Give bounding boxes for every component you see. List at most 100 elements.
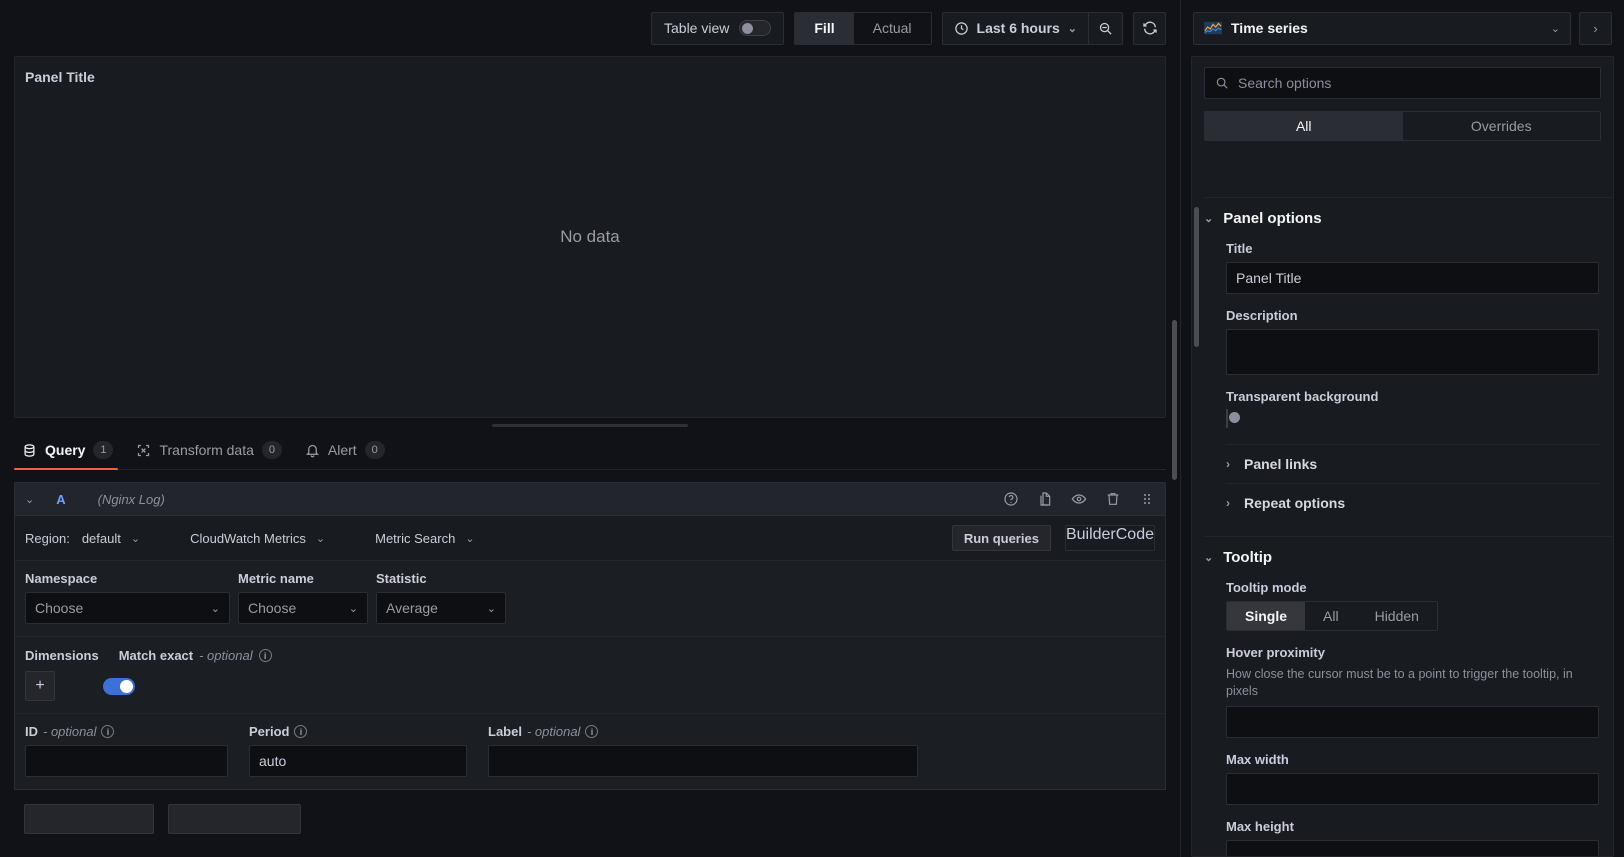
tooltip-mode-hidden[interactable]: Hidden xyxy=(1357,602,1437,630)
panel-editor: Table view Fill Actual Last 6 hours ⌄ Pa… xyxy=(0,0,1624,857)
tab-transform-data[interactable]: Transform data 0 xyxy=(128,441,296,469)
hover-proximity-description: How close the cursor must be to a point … xyxy=(1226,667,1573,698)
chevron-down-icon: ⌄ xyxy=(1067,22,1077,35)
editor-toolbar: Table view Fill Actual Last 6 hours ⌄ xyxy=(0,0,1180,56)
panel-options-header[interactable]: ⌄ Panel options xyxy=(1204,210,1599,227)
query-row-header: ⌄ A (Nginx Log) xyxy=(14,482,1166,516)
actual-option[interactable]: Actual xyxy=(853,12,931,44)
panel-title-field: Title Panel Title xyxy=(1226,241,1599,294)
info-icon[interactable]: i xyxy=(101,725,115,738)
table-view-switch[interactable]: Table view xyxy=(651,11,785,45)
max-width-input[interactable] xyxy=(1226,772,1599,805)
id-input[interactable] xyxy=(25,745,228,777)
query-editor-body: Region: default ⌄ CloudWatch Metrics ⌄ M… xyxy=(14,516,1166,790)
visualization-preview-wrapper: Panel Title No data xyxy=(14,56,1166,418)
hide-response-icon[interactable] xyxy=(1071,491,1087,507)
metric-name-select[interactable]: Choose ⌄ xyxy=(238,592,368,624)
hover-proximity-input[interactable] xyxy=(1226,705,1599,738)
visualization-picker[interactable]: Time series ⌄ xyxy=(1193,11,1571,45)
info-icon[interactable]: i xyxy=(258,649,272,662)
hover-proximity-field: Hover proximity How close the cursor mus… xyxy=(1226,645,1599,738)
max-height-field: Max height xyxy=(1226,819,1599,856)
add-dimension-button[interactable]: + xyxy=(25,671,55,701)
zoom-out-button[interactable] xyxy=(1088,12,1122,44)
options-sidebar: Time series ⌄ › Search options All Overr… xyxy=(1180,0,1624,857)
refresh-button[interactable] xyxy=(1133,11,1166,45)
info-icon[interactable]: i xyxy=(585,725,599,738)
panel-description-textarea[interactable] xyxy=(1226,329,1599,375)
collapse-query-icon[interactable]: ⌄ xyxy=(25,493,34,506)
statistic-select[interactable]: Average ⌄ xyxy=(376,592,506,624)
add-expression-button[interactable] xyxy=(168,804,301,834)
options-scrollbar[interactable] xyxy=(1194,207,1199,347)
panel-description-field: Description xyxy=(1226,308,1599,375)
dimensions-controls: + xyxy=(25,671,1155,701)
fill-option[interactable]: Fill xyxy=(795,12,854,44)
drag-handle-icon[interactable] xyxy=(1139,491,1155,507)
time-range-button[interactable]: Last 6 hours ⌄ xyxy=(943,13,1088,44)
tab-all[interactable]: All xyxy=(1205,112,1403,140)
chevron-right-icon: › xyxy=(1226,496,1230,510)
id-label: ID - optional i xyxy=(25,724,228,739)
add-query-button[interactable] xyxy=(24,804,154,834)
search-options-box[interactable]: Search options xyxy=(1204,67,1601,99)
builder-code-radio-group[interactable]: Builder Code xyxy=(1064,525,1155,551)
match-exact-label: Match exact xyxy=(118,648,194,663)
remove-icon[interactable] xyxy=(1105,491,1121,507)
query-mode-select[interactable]: Metric Search ⌄ xyxy=(371,529,478,548)
tooltip-header[interactable]: ⌄ Tooltip xyxy=(1204,549,1599,566)
label-input[interactable] xyxy=(488,745,918,777)
period-input[interactable]: auto xyxy=(249,745,467,777)
panel-links-row[interactable]: › Panel links xyxy=(1226,444,1599,483)
resizer-handle[interactable] xyxy=(492,423,688,427)
chevron-down-icon: ⌄ xyxy=(210,602,220,615)
tooltip-mode-radio-group[interactable]: Single All Hidden xyxy=(1226,601,1438,631)
info-icon[interactable]: i xyxy=(294,725,308,738)
code-option[interactable]: Code xyxy=(1116,526,1154,550)
repeat-options-row[interactable]: › Repeat options xyxy=(1226,483,1599,522)
dimensions-row: Dimensions Match exact - optional i + xyxy=(15,637,1165,714)
region-select[interactable]: default ⌄ xyxy=(78,529,144,548)
tooltip-title: Tooltip xyxy=(1223,549,1273,566)
tab-query-label: Query xyxy=(45,442,86,458)
tooltip-mode-single[interactable]: Single xyxy=(1227,602,1306,630)
panel-title-input[interactable]: Panel Title xyxy=(1226,262,1599,294)
label-field: Label - optional i xyxy=(488,724,918,777)
collapse-options-button[interactable]: › xyxy=(1579,11,1612,45)
duplicate-icon[interactable] xyxy=(1037,491,1053,507)
options-pane: Search options All Overrides ⌄ Panel opt… xyxy=(1191,56,1614,857)
transparent-background-toggle[interactable] xyxy=(1226,409,1240,428)
run-queries-button[interactable]: Run queries xyxy=(951,525,1051,551)
namespace-select[interactable]: Choose ⌄ xyxy=(25,592,230,624)
tooltip-mode-all[interactable]: All xyxy=(1305,602,1357,630)
tab-alert-label: Alert xyxy=(327,442,357,458)
max-width-field: Max width xyxy=(1226,752,1599,805)
api-mode-select[interactable]: CloudWatch Metrics ⌄ xyxy=(186,529,329,548)
builder-option[interactable]: Builder xyxy=(1066,526,1116,550)
match-exact-toggle[interactable] xyxy=(103,677,135,695)
chevron-down-icon: ⌄ xyxy=(1204,213,1214,225)
panel-editor-main: Table view Fill Actual Last 6 hours ⌄ Pa… xyxy=(0,0,1180,857)
main-scrollbar[interactable] xyxy=(1172,320,1177,480)
query-mode-value: Metric Search xyxy=(375,530,456,546)
max-height-input[interactable] xyxy=(1226,839,1599,856)
time-range-picker[interactable]: Last 6 hours ⌄ xyxy=(941,11,1123,45)
fill-actual-radio-group[interactable]: Fill Actual xyxy=(794,11,932,45)
help-icon[interactable] xyxy=(1003,491,1019,507)
table-view-toggle[interactable] xyxy=(739,20,772,36)
tab-overrides[interactable]: Overrides xyxy=(1403,112,1601,140)
id-field: ID - optional i xyxy=(25,724,228,777)
tab-alert[interactable]: Alert 0 xyxy=(297,441,400,469)
query-ref-id[interactable]: A xyxy=(56,492,65,507)
query-footer-buttons xyxy=(14,790,1166,834)
tab-query[interactable]: Query 1 xyxy=(14,441,128,470)
chevron-right-icon: › xyxy=(1593,20,1598,36)
query-datasource-name: (Nginx Log) xyxy=(97,491,165,507)
period-value: auto xyxy=(259,753,287,769)
id-label-text: ID xyxy=(25,724,38,739)
namespace-field: Namespace Choose ⌄ xyxy=(25,571,230,624)
tab-alert-badge: 0 xyxy=(364,441,385,459)
metric-name-label: Metric name xyxy=(238,571,314,586)
pane-resizer[interactable] xyxy=(0,418,1180,432)
search-options-placeholder: Search options xyxy=(1238,75,1332,91)
